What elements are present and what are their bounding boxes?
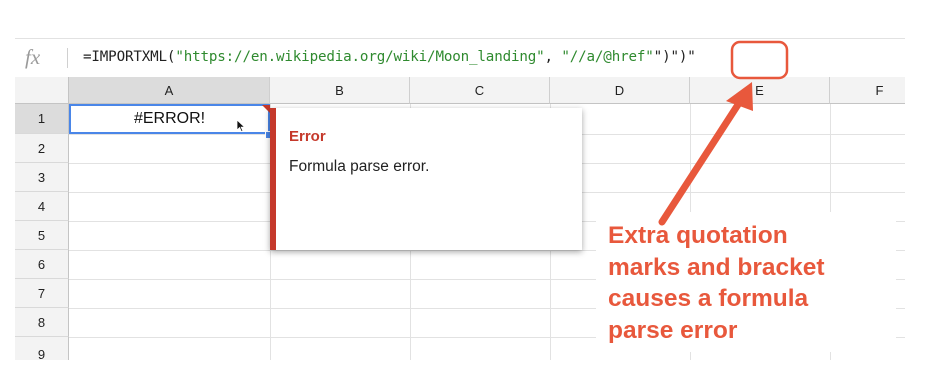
- annotation-arrow-shaft: [658, 96, 745, 226]
- highlight-box: [730, 40, 789, 80]
- annotation-overlay: [658, 40, 789, 226]
